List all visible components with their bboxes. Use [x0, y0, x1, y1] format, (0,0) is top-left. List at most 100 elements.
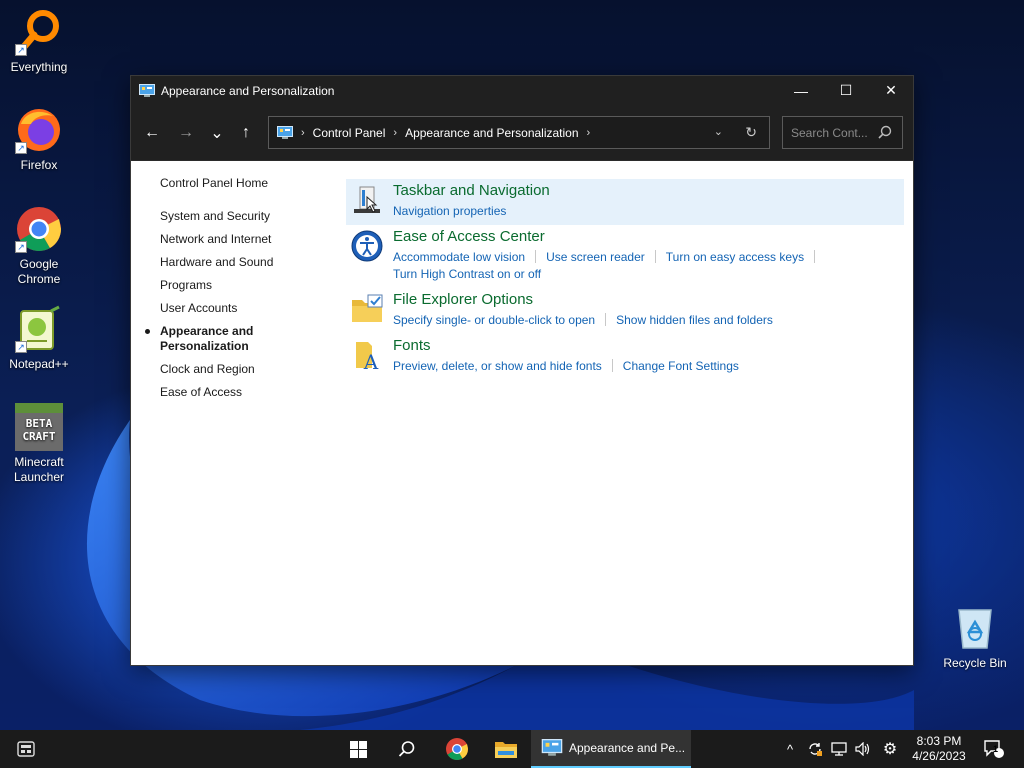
- sidebar-item-user-accounts[interactable]: User Accounts: [160, 301, 330, 316]
- recycle-bin-icon: [951, 604, 999, 652]
- chrome-icon: [446, 738, 468, 760]
- minecraft-launcher-icon: BETA CRAFT: [15, 403, 63, 451]
- sidebar-item-system-and-security[interactable]: System and Security: [160, 209, 330, 224]
- sync-icon: [809, 743, 822, 756]
- link-preview-delete-fonts[interactable]: Preview, delete, or show and hide fonts: [393, 359, 602, 373]
- sidebar: Control Panel Home System and Security N…: [145, 176, 330, 408]
- link-divider: [654, 250, 656, 263]
- close-button[interactable]: ✕: [868, 76, 914, 105]
- desktop-icon-everything[interactable]: ↗ Everything: [1, 8, 77, 75]
- notification-center-button[interactable]: 1: [980, 730, 1008, 768]
- network-icon: [831, 742, 847, 756]
- desktop-icon-notepad-plus-plus[interactable]: ↗ Notepad++: [1, 305, 77, 372]
- category-taskbar-and-navigation[interactable]: Taskbar and Navigation Navigation proper…: [346, 179, 904, 225]
- breadcrumb-chevron-icon[interactable]: ›: [393, 127, 397, 139]
- control-panel-icon: [139, 83, 155, 97]
- category-title-fonts[interactable]: Fonts: [393, 337, 431, 354]
- desktop-icon-label: Everything: [10, 60, 68, 74]
- navigation-bar: ← → ⌄ ↑ › Control Panel › Appearance and…: [131, 105, 913, 161]
- forward-button[interactable]: →: [174, 123, 198, 143]
- desktop-icon-recycle-bin[interactable]: Recycle Bin: [937, 604, 1013, 671]
- link-turn-on-easy-access-keys[interactable]: Turn on easy access keys: [666, 250, 804, 264]
- speaker-icon: [855, 742, 870, 756]
- breadcrumb-chevron-icon[interactable]: ›: [587, 127, 591, 139]
- settings-tray-button[interactable]: ⚙: [878, 730, 902, 768]
- start-button[interactable]: [338, 730, 378, 768]
- link-use-screen-reader[interactable]: Use screen reader: [546, 250, 645, 264]
- category-links-taskbar-and-navigation: Navigation properties: [393, 204, 506, 218]
- link-change-font-settings[interactable]: Change Font Settings: [623, 359, 739, 373]
- title-bar[interactable]: Appearance and Personalization — ☐ ✕: [131, 76, 913, 105]
- category-links-ease-of-access-center: Accommodate low vision Use screen reader T…: [393, 250, 825, 264]
- chevron-down-icon: ⌄: [210, 125, 224, 142]
- category-title-taskbar-and-navigation[interactable]: Taskbar and Navigation: [393, 182, 550, 199]
- desktop-icon-minecraft-launcher[interactable]: BETA CRAFT Minecraft Launcher: [1, 403, 77, 485]
- taskbar-file-explorer-button[interactable]: [485, 730, 527, 768]
- widgets-button[interactable]: [8, 730, 44, 768]
- control-panel-icon: [277, 125, 293, 139]
- sidebar-item-ease-of-access[interactable]: Ease of Access: [160, 385, 330, 400]
- maximize-icon: ☐: [839, 82, 853, 98]
- show-hidden-icons-button[interactable]: ^: [780, 730, 800, 768]
- sidebar-item-clock-and-region[interactable]: Clock and Region: [160, 362, 330, 377]
- taskbar-window-label: Appearance and Pe...: [569, 741, 686, 755]
- link-divider: [535, 250, 537, 263]
- category-fonts: A Fonts Preview, delete, or show and hid…: [346, 334, 904, 380]
- category-title-file-explorer-options[interactable]: File Explorer Options: [393, 291, 533, 308]
- search-icon: [398, 741, 415, 757]
- desktop-icon-label: Firefox: [20, 158, 58, 172]
- link-accommodate-low-vision[interactable]: Accommodate low vision: [393, 250, 525, 264]
- address-history-dropdown-icon[interactable]: ⌄: [714, 125, 723, 138]
- search-icon: [878, 125, 892, 139]
- breadcrumb-chevron-icon[interactable]: ›: [301, 127, 305, 139]
- firefox-icon: ↗: [15, 106, 63, 154]
- taskbar-clock[interactable]: 8:03 PM 4/26/2023: [908, 734, 970, 764]
- gear-icon: ⚙: [882, 741, 898, 758]
- breadcrumb-appearance-and-personalization[interactable]: Appearance and Personalization: [405, 126, 578, 140]
- link-navigation-properties[interactable]: Navigation properties: [393, 204, 506, 218]
- sidebar-control-panel-home[interactable]: Control Panel Home: [160, 176, 330, 191]
- maximize-button[interactable]: ☐: [823, 76, 869, 105]
- back-button[interactable]: ←: [140, 123, 164, 143]
- forward-arrow-icon: →: [178, 124, 194, 141]
- clock-date: 4/26/2023: [912, 749, 966, 763]
- category-ease-of-access-center: Ease of Access Center Accommodate low vi…: [346, 225, 904, 283]
- link-turn-high-contrast[interactable]: Turn High Contrast on or off: [393, 267, 541, 281]
- search-placeholder: Search Cont...: [791, 125, 868, 140]
- fonts-icon: A: [356, 342, 379, 372]
- network-tray-button[interactable]: [828, 730, 850, 768]
- desktop-icon-google-chrome[interactable]: ↗ Google Chrome: [1, 205, 77, 287]
- shortcut-arrow-icon: ↗: [15, 44, 27, 56]
- link-specify-single-or-double-click[interactable]: Specify single- or double-click to open: [393, 313, 595, 327]
- sidebar-item-network-and-internet[interactable]: Network and Internet: [160, 232, 330, 247]
- taskbar-chrome-button[interactable]: [436, 730, 478, 768]
- control-panel-icon: [541, 739, 563, 756]
- minimize-button[interactable]: —: [778, 76, 824, 105]
- sidebar-item-hardware-and-sound[interactable]: Hardware and Sound: [160, 255, 330, 270]
- desktop-icon-firefox[interactable]: ↗ Firefox: [1, 106, 77, 173]
- taskbar: Appearance and Pe... ^ ⚙ 8:03 PM 4/26/20…: [0, 730, 1024, 768]
- shortcut-arrow-icon: ↗: [15, 341, 27, 353]
- sync-tray-button[interactable]: [804, 730, 826, 768]
- desktop-icon-label: Notepad++: [9, 357, 69, 371]
- volume-tray-button[interactable]: [852, 730, 874, 768]
- sidebar-item-appearance-and-personalization: Appearance and Personalization: [145, 324, 270, 354]
- close-icon: ✕: [885, 82, 897, 98]
- up-button[interactable]: ↑: [234, 123, 258, 143]
- address-bar[interactable]: › Control Panel › Appearance and Persona…: [268, 116, 770, 149]
- category-title-ease-of-access-center[interactable]: Ease of Access Center: [393, 228, 545, 245]
- taskbar-search-button[interactable]: [387, 730, 427, 768]
- taskbar-icon: [354, 186, 380, 213]
- refresh-icon[interactable]: ↻: [745, 124, 757, 141]
- breadcrumb-control-panel[interactable]: Control Panel: [313, 126, 386, 140]
- recent-locations-button[interactable]: ⌄: [205, 123, 229, 143]
- taskbar-control-panel-button[interactable]: Appearance and Pe...: [531, 730, 691, 768]
- shortcut-arrow-icon: ↗: [15, 241, 27, 253]
- folder-icon: [495, 742, 517, 758]
- sidebar-item-programs[interactable]: Programs: [160, 278, 330, 293]
- link-divider: [611, 359, 613, 372]
- minecraft-logo-text-bottom: CRAFT: [22, 430, 55, 443]
- search-box[interactable]: Search Cont...: [782, 116, 903, 149]
- link-show-hidden-files[interactable]: Show hidden files and folders: [616, 313, 773, 327]
- category-file-explorer-options: File Explorer Options Specify single- or…: [346, 288, 904, 334]
